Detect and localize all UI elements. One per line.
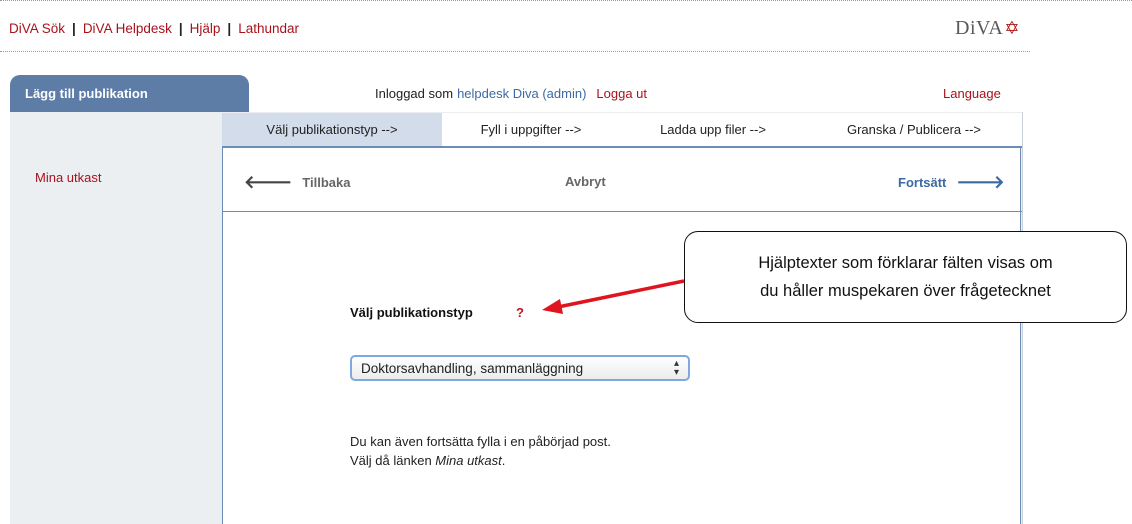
annotation-arrow-head <box>542 299 563 314</box>
annotation-arrow-line <box>557 279 685 309</box>
annotation-arrow <box>542 279 685 314</box>
